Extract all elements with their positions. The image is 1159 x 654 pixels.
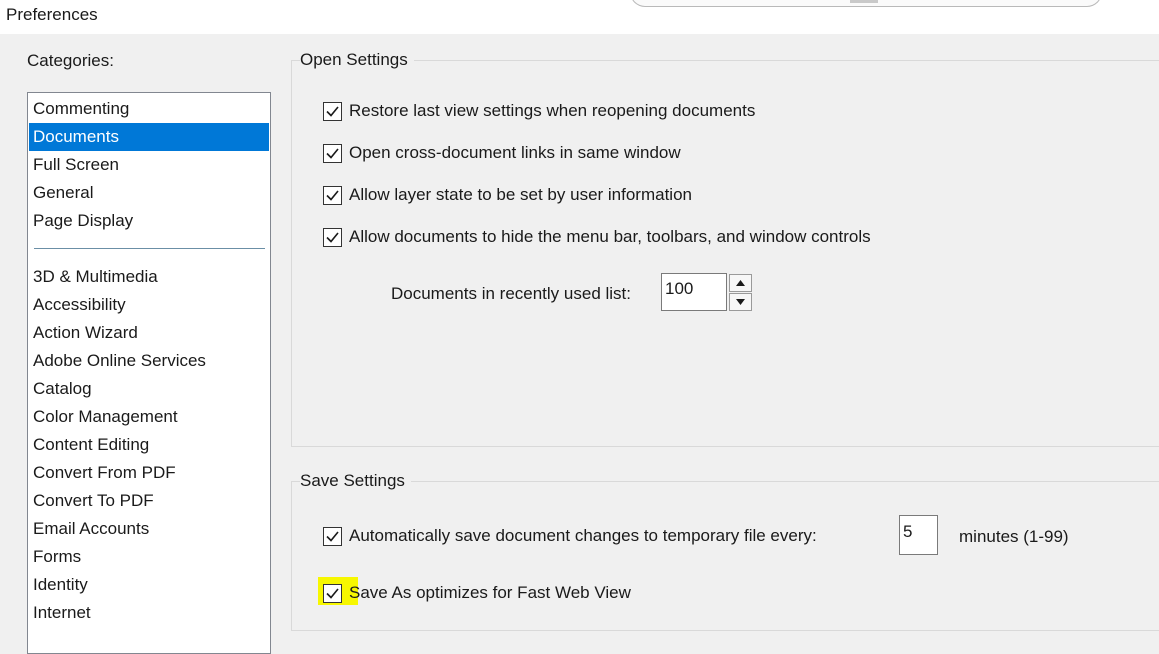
fast-web-view-label: Save As optimizes for Fast Web View <box>349 583 631 602</box>
autosave-minutes-unit: minutes (1-99) <box>959 527 1069 546</box>
layer-state-label: Allow layer state to be set by user info… <box>349 185 692 204</box>
cross-doc-links-label: Open cross-document links in same window <box>349 143 681 162</box>
checkmark-icon <box>326 530 339 542</box>
title-bar-handle <box>850 0 878 3</box>
category-item-full-screen[interactable]: Full Screen <box>29 151 269 179</box>
hide-menu-bar-label: Allow documents to hide the menu bar, to… <box>349 227 871 246</box>
window-title: Preferences <box>6 5 98 24</box>
layer-state-option[interactable]: Allow layer state to be set by user info… <box>323 184 692 206</box>
autosave-label: Automatically save document changes to t… <box>349 526 817 545</box>
autosave-option[interactable]: Automatically save document changes to t… <box>323 525 817 547</box>
checkmark-icon <box>326 189 339 201</box>
arrow-down-icon <box>736 299 745 305</box>
fast-web-view-option[interactable]: Save As optimizes for Fast Web View <box>323 582 631 604</box>
category-item-documents[interactable]: Documents <box>29 123 269 151</box>
restore-view-label: Restore last view settings when reopenin… <box>349 101 756 120</box>
cross-doc-links-option[interactable]: Open cross-document links in same window <box>323 142 681 164</box>
arrow-up-icon <box>736 280 745 286</box>
categories-label: Categories: <box>27 51 114 70</box>
restore-view-option[interactable]: Restore last view settings when reopenin… <box>323 100 755 122</box>
recent-list-spin-up[interactable] <box>729 274 752 292</box>
checkmark-icon <box>326 147 339 159</box>
checkmark-icon <box>326 105 339 117</box>
category-item-email-accounts[interactable]: Email Accounts <box>29 515 269 543</box>
save-settings-group <box>291 481 1159 631</box>
cross-doc-links-checkbox[interactable] <box>323 143 342 163</box>
category-separator <box>34 248 265 249</box>
category-item-identity[interactable]: Identity <box>29 571 269 599</box>
layer-state-checkbox[interactable] <box>323 185 342 205</box>
recent-list-label: Documents in recently used list: <box>391 284 631 303</box>
recent-list-spin-down[interactable] <box>729 293 752 311</box>
category-item-catalog[interactable]: Catalog <box>29 375 269 403</box>
hide-menu-bar-option[interactable]: Allow documents to hide the menu bar, to… <box>323 226 871 248</box>
checkmark-icon <box>326 231 339 243</box>
category-item-internet[interactable]: Internet <box>29 599 269 627</box>
category-item-color-management[interactable]: Color Management <box>29 403 269 431</box>
autosave-checkbox[interactable] <box>323 526 342 546</box>
category-item-3d-multimedia[interactable]: 3D & Multimedia <box>29 263 269 291</box>
category-item-accessibility[interactable]: Accessibility <box>29 291 269 319</box>
restore-view-checkbox[interactable] <box>323 101 342 121</box>
category-item-convert-from-pdf[interactable]: Convert From PDF <box>29 459 269 487</box>
checkmark-icon <box>326 587 339 599</box>
hide-menu-bar-checkbox[interactable] <box>323 227 342 247</box>
category-item-action-wizard[interactable]: Action Wizard <box>29 319 269 347</box>
autosave-minutes-input[interactable]: 5 <box>899 515 938 555</box>
category-item-adobe-online-services[interactable]: Adobe Online Services <box>29 347 269 375</box>
category-item-commenting[interactable]: Commenting <box>29 95 269 123</box>
category-list[interactable]: Commenting Documents Full Screen General… <box>27 92 271 654</box>
save-settings-title: Save Settings <box>300 471 411 491</box>
category-item-page-display[interactable]: Page Display <box>29 207 269 235</box>
open-settings-title: Open Settings <box>300 50 414 70</box>
category-item-forms[interactable]: Forms <box>29 543 269 571</box>
category-item-convert-to-pdf[interactable]: Convert To PDF <box>29 487 269 515</box>
title-bar: Preferences <box>0 0 1159 34</box>
category-item-content-editing[interactable]: Content Editing <box>29 431 269 459</box>
category-item-general[interactable]: General <box>29 179 269 207</box>
fast-web-view-checkbox[interactable] <box>323 583 342 603</box>
recent-list-input[interactable]: 100 <box>661 273 727 311</box>
